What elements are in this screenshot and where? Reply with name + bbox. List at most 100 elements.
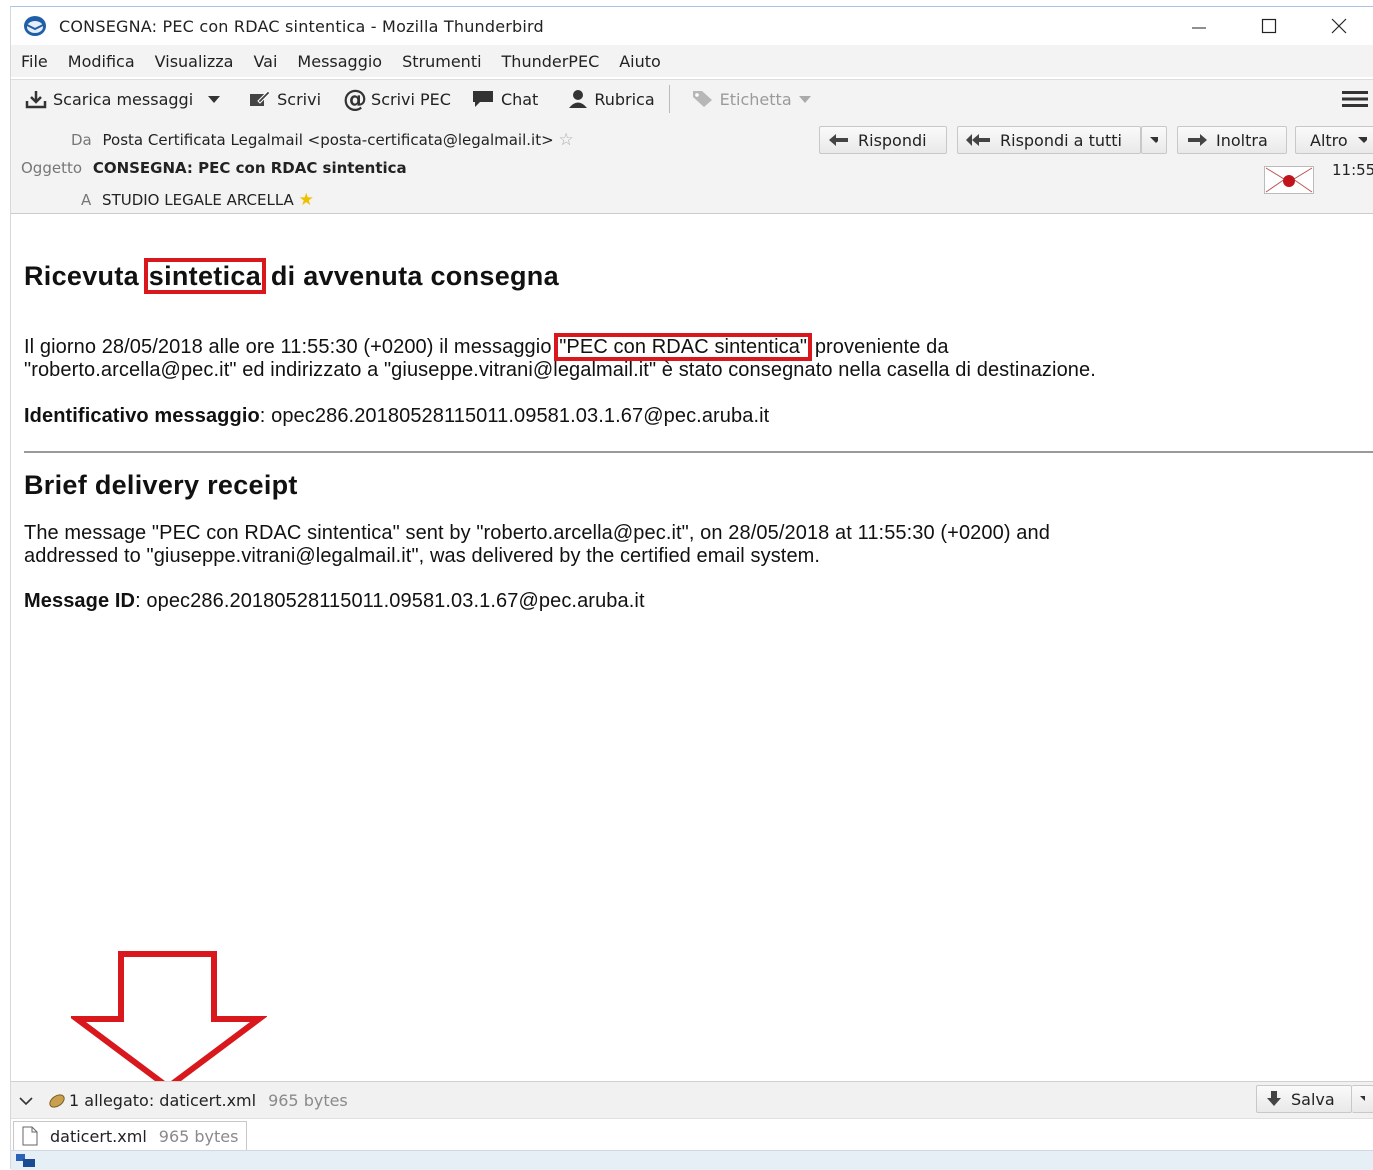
app-menu-button[interactable] [1342,90,1368,112]
star-filled-icon[interactable]: ★ [299,190,314,210]
forward-button[interactable]: Inoltra [1177,126,1287,154]
close-icon [1331,18,1347,34]
italian-id-label: Identificativo messaggio [24,405,260,427]
address-book-label: Rubrica [594,89,655,109]
subject-value: CONSEGNA: PEC con RDAC sintentica [92,159,407,177]
at-icon: @ [343,85,368,113]
italian-line1-part-a: Il giorno 28/05/2018 alle ore 11:55:30 (… [24,336,552,358]
attachment-bar: 1 allegato: daticert.xml 965 bytes Salva [11,1081,1373,1119]
reply-all-icon [966,134,990,146]
to-label: A [81,191,92,209]
english-id-value: : opec286.20180528115011.09581.03.1.67@p… [135,590,645,612]
chat-button[interactable]: Chat [471,84,538,114]
menu-aiuto[interactable]: Aiuto [619,52,661,71]
download-icon [25,91,47,109]
to-value[interactable]: STUDIO LEGALE ARCELLA [102,191,294,209]
red-down-arrow-annotation-icon [71,951,267,1091]
chevron-down-icon [1150,137,1158,143]
address-book-button[interactable]: Rubrica [568,84,655,114]
save-dropdown[interactable] [1352,1085,1373,1113]
chat-icon [472,91,493,107]
window-title: CONSEGNA: PEC con RDAC sintentica - Mozi… [59,16,544,36]
write-label: Scrivi [277,89,322,109]
tag-button[interactable]: Etichetta [692,84,818,114]
italian-id-value: : opec286.20180528115011.09581.03.1.67@p… [259,405,770,427]
more-button[interactable]: Altro [1295,126,1373,154]
reply-button[interactable]: Rispondi [819,126,947,154]
pencil-icon [250,90,271,106]
italian-title-part-c: di avvenuta consegna [270,261,559,291]
get-messages-button[interactable]: Scarica messaggi [25,84,193,114]
to-row: A STUDIO LEGALE ARCELLA ★ [81,190,314,210]
star-outline-icon[interactable]: ☆ [558,130,573,150]
english-id-label: Message ID [24,590,136,612]
person-icon [569,90,588,108]
menu-visualizza[interactable]: Visualizza [155,52,234,71]
get-messages-dropdown[interactable] [207,84,227,114]
attachment-summary-size: 965 bytes [268,1091,348,1110]
save-button[interactable]: Salva [1256,1085,1352,1113]
italian-paragraph-line1: Il giorno 28/05/2018 alle ore 11:55:30 (… [24,333,949,361]
chevron-down-icon [208,96,221,103]
section-divider [24,451,1373,453]
attachment-file-name: daticert.xml [50,1126,147,1146]
from-row: Da Posta Certificata Legalmail <posta-ce… [71,130,574,150]
write-pec-button[interactable]: @ Scrivi PEC [343,84,451,114]
tag-label: Etichetta [719,89,792,109]
attachment-item[interactable]: daticert.xml 965 bytes [13,1121,248,1151]
subject-row: Oggetto CONSEGNA: PEC con RDAC sintentic… [21,159,407,177]
attachment-summary[interactable]: 1 allegato: daticert.xml [69,1091,256,1110]
minimize-icon [1192,27,1206,29]
menu-messaggio[interactable]: Messaggio [297,52,382,71]
close-window-button[interactable] [1304,7,1373,45]
english-message-id: Message ID: opec286.20180528115011.09581… [24,590,645,613]
reply-all-button[interactable]: Rispondi a tutti [957,126,1141,154]
reply-icon [829,134,848,146]
more-label: Altro [1310,130,1348,150]
get-messages-label: Scarica messaggi [53,89,194,109]
title-bar: CONSEGNA: PEC con RDAC sintentica - Mozi… [11,7,1373,45]
highlighted-word-sintetica: sintetica [143,258,267,294]
from-value[interactable]: Posta Certificata Legalmail <posta-certi… [103,131,554,149]
menu-modifica[interactable]: Modifica [68,52,135,71]
menu-vai[interactable]: Vai [253,52,277,71]
tag-icon [692,91,712,107]
message-time: 11:55 [1332,161,1373,179]
reply-all-label: Rispondi a tutti [1000,130,1122,150]
maximize-icon [1261,18,1277,34]
menu-strumenti[interactable]: Strumenti [402,52,481,71]
menu-bar: File Modifica Visualizza Vai Messaggio S… [11,45,1373,77]
english-title: Brief delivery receipt [24,470,298,500]
thunderbird-window: CONSEGNA: PEC con RDAC sintentica - Mozi… [10,6,1373,1170]
italian-line1-part-c: proveniente da [814,336,949,358]
write-button[interactable]: Scrivi [249,84,321,114]
english-paragraph-line1: The message "PEC con RDAC sintentica" se… [24,522,1050,544]
chat-label: Chat [500,89,539,109]
menu-file[interactable]: File [21,52,48,71]
chevron-down-icon [1360,1096,1365,1101]
main-toolbar: Scarica messaggi Scrivi @ Scrivi PEC Cha… [11,79,1373,119]
save-label: Salva [1291,1089,1335,1109]
paperclip-icon [49,1093,65,1108]
italian-paragraph-line2: "roberto.arcella@pec.it" ed indirizzato … [24,359,1096,381]
minimize-button[interactable] [1164,7,1234,45]
chevron-down-icon[interactable] [19,1096,33,1106]
maximize-button[interactable] [1234,7,1304,45]
online-status-icon[interactable] [15,1153,37,1168]
pec-envelope-icon[interactable] [1264,166,1314,194]
file-icon [22,1126,38,1146]
menu-thunderpec[interactable]: ThunderPEC [502,52,600,71]
toolbar-separator [668,85,670,113]
italian-message-id: Identificativo messaggio: opec286.201805… [24,405,769,428]
subject-label: Oggetto [21,159,83,177]
message-header: Da Posta Certificata Legalmail <posta-ce… [11,118,1373,214]
thunderbird-app-icon [24,16,46,36]
reply-all-dropdown[interactable] [1141,126,1167,154]
italian-title-part-a: Ricevuta [24,261,139,291]
forward-icon [1188,134,1207,146]
chevron-down-icon [1357,137,1367,143]
forward-label: Inoltra [1216,130,1268,150]
chevron-down-icon [798,96,811,103]
status-bar [11,1150,1373,1170]
english-paragraph-line2: addressed to "giuseppe.vitrani@legalmail… [24,545,821,567]
